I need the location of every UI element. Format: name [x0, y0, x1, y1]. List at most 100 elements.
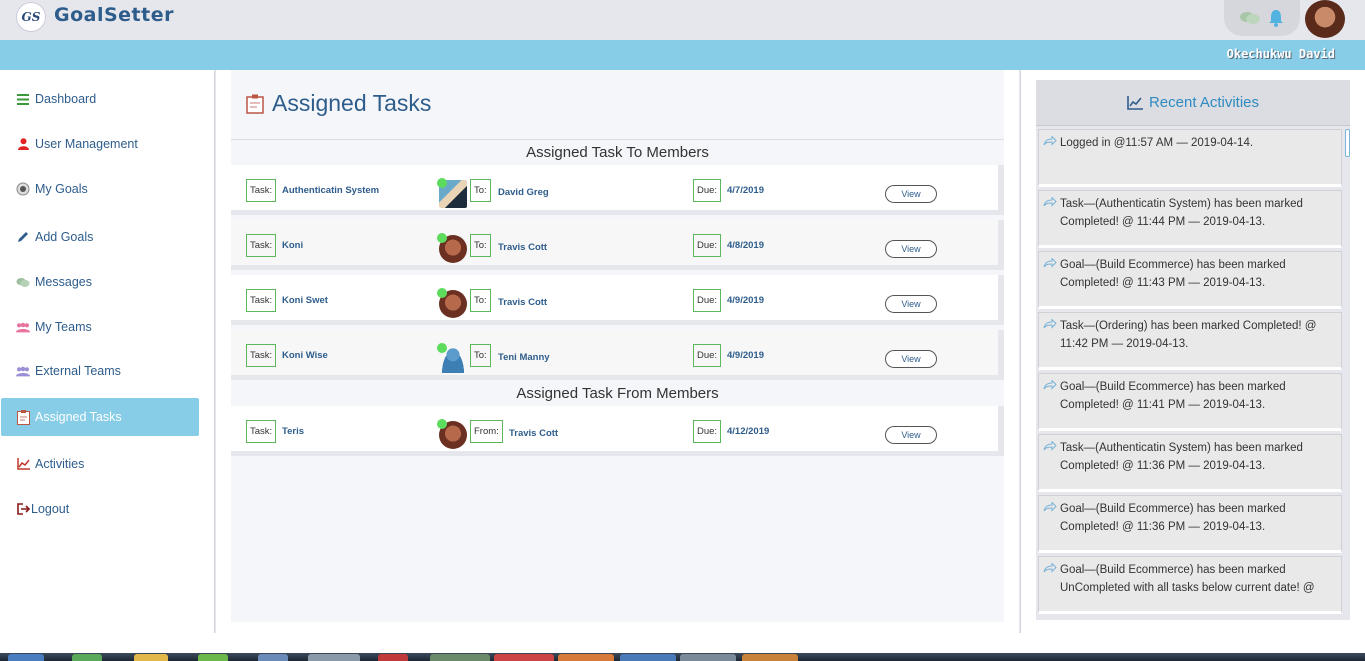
view-button[interactable]: View	[885, 426, 937, 444]
due-tag: Due:	[693, 234, 722, 257]
share-arrow-icon	[1043, 380, 1057, 390]
title-divider	[231, 139, 1004, 140]
task-name[interactable]: Teris	[282, 426, 304, 437]
bell-icon[interactable]	[1267, 8, 1285, 28]
sidebar-item-label: Dashboard	[35, 92, 97, 106]
activity-item: Goal—(Build Ecommerce) has been marked C…	[1038, 373, 1342, 431]
activity-text: Goal—(Build Ecommerce) has been marked C…	[1060, 381, 1286, 411]
activity-text: Task—(Authenticatin System) has been mar…	[1060, 442, 1303, 472]
sidebar-item-messages[interactable]: Messages	[1, 263, 199, 301]
sidebar-item-dashboard[interactable]: Dashboard	[1, 80, 199, 118]
member-name[interactable]: Travis Cott	[498, 297, 547, 308]
taskbar-app[interactable]	[258, 654, 288, 661]
activity-text: Goal—(Build Ecommerce) has been marked C…	[1060, 503, 1286, 533]
activities-container: Recent Activities Logged in @11:57 AM — …	[1036, 80, 1350, 620]
sidebar-item-activities[interactable]: Activities	[1, 445, 199, 483]
view-button[interactable]: View	[885, 350, 937, 368]
sidebar-item-assigned-tasks[interactable]: Assigned Tasks	[1, 398, 199, 436]
activity-text: Goal—(Build Ecommerce) has been marked C…	[1060, 259, 1286, 289]
logo-icon[interactable]: GS	[16, 2, 46, 32]
sidebar-item-user-management[interactable]: User Management	[1, 125, 199, 163]
taskbar-app[interactable]	[134, 654, 168, 661]
line-chart-icon	[16, 457, 30, 471]
activity-item: Goal—(Build Ecommerce) has been marked C…	[1038, 495, 1342, 553]
activity-item: Goal—(Build Ecommerce) has been marked U…	[1038, 556, 1342, 614]
pencil-icon	[16, 230, 30, 244]
sidebar-item-label: Messages	[35, 275, 92, 289]
taskbar-app[interactable]	[620, 654, 676, 661]
sidebar-item-label: My Teams	[35, 320, 92, 334]
sidebar-item-label: My Goals	[35, 182, 88, 196]
activity-text: Task—(Ordering) has been marked Complete…	[1060, 320, 1317, 350]
online-indicator	[437, 233, 447, 243]
taskbar-app[interactable]	[430, 654, 490, 661]
brand-name[interactable]: GoalSetter	[54, 4, 174, 26]
to-tag: To:	[470, 344, 491, 367]
activity-item: Task—(Ordering) has been marked Complete…	[1038, 312, 1342, 370]
member-name[interactable]: David Greg	[498, 187, 549, 198]
sidebar-item-logout[interactable]: Logout	[1, 490, 199, 528]
activity-list[interactable]: Logged in @11:57 AM — 2019-04-14. Task—(A…	[1036, 129, 1350, 620]
share-arrow-icon	[1043, 502, 1057, 512]
to-tag: To:	[470, 289, 491, 312]
view-button[interactable]: View	[885, 240, 937, 258]
page-title: Assigned Tasks	[246, 90, 431, 117]
sidebar-item-my-teams[interactable]: My Teams	[1, 308, 199, 346]
messages-icon[interactable]	[1239, 10, 1261, 26]
task-name[interactable]: Koni Wise	[282, 350, 328, 361]
sidebar-item-my-goals[interactable]: My Goals	[1, 170, 199, 208]
task-name[interactable]: Koni	[282, 240, 303, 251]
taskbar-app[interactable]	[558, 654, 614, 661]
taskbar-app[interactable]	[494, 654, 554, 661]
sidebar-item-external-teams[interactable]: External Teams	[1, 352, 199, 390]
activity-item: Task—(Authenticatin System) has been mar…	[1038, 190, 1342, 248]
clipboard-icon	[246, 94, 264, 114]
online-indicator	[437, 343, 447, 353]
share-arrow-icon	[1043, 319, 1057, 329]
taskbar-app[interactable]	[308, 654, 360, 661]
task-row: Task: Koni Swet To: Travis Cott Due: 4/9/2019…	[231, 275, 1004, 325]
sidebar-item-label: Add Goals	[35, 230, 94, 244]
due-date: 4/8/2019	[727, 240, 764, 251]
taskbar-app[interactable]	[680, 654, 736, 661]
taskbar-app[interactable]	[742, 654, 798, 661]
task-tag: Task:	[246, 234, 277, 257]
user-icon	[16, 137, 30, 151]
activity-item: Goal—(Build Ecommerce) has been marked C…	[1038, 251, 1342, 309]
user-strip: Okechukwu David	[0, 40, 1365, 70]
sidebar-item-add-goals[interactable]: Add Goals	[1, 218, 199, 256]
member-name[interactable]: Travis Cott	[509, 428, 558, 439]
from-tag: From:	[470, 420, 503, 443]
profile-avatar[interactable]	[1305, 0, 1345, 38]
due-tag: Due:	[693, 289, 722, 312]
scrollbar-thumb[interactable]	[1345, 129, 1350, 157]
logout-icon	[16, 502, 30, 516]
task-name[interactable]: Authenticatin System	[282, 185, 379, 196]
task-tag: Task:	[246, 289, 277, 312]
start-button[interactable]	[8, 654, 44, 661]
sidebar-item-label: Assigned Tasks	[35, 410, 122, 424]
team-icon	[16, 364, 30, 378]
due-tag: Due:	[693, 179, 722, 202]
taskbar-app[interactable]	[378, 654, 408, 661]
due-date: 4/9/2019	[727, 295, 764, 306]
view-button[interactable]: View	[885, 185, 937, 203]
to-tag: To:	[470, 179, 491, 202]
page-footer	[0, 633, 1365, 653]
main-content: Assigned Tasks Assigned Task To Members …	[216, 70, 1019, 633]
chat-icon	[16, 275, 30, 289]
sidebar-item-label: Logout	[31, 502, 70, 516]
member-name[interactable]: Teni Manny	[498, 352, 550, 363]
task-row: Task: Authenticatin System To: David Greg Du…	[231, 165, 1004, 215]
taskbar-app[interactable]	[72, 654, 102, 661]
taskbar-app[interactable]	[198, 654, 228, 661]
task-tag: Task:	[246, 344, 277, 367]
share-arrow-icon	[1043, 136, 1057, 146]
member-name[interactable]: Travis Cott	[498, 242, 547, 253]
username[interactable]: Okechukwu David	[1227, 47, 1335, 61]
top-bar: GS GoalSetter	[0, 0, 1365, 40]
sidebar: Dashboard User Management My Goals Add G…	[0, 70, 215, 633]
task-name[interactable]: Koni Swet	[282, 295, 328, 306]
activities-header: Recent Activities	[1036, 80, 1350, 126]
view-button[interactable]: View	[885, 295, 937, 313]
